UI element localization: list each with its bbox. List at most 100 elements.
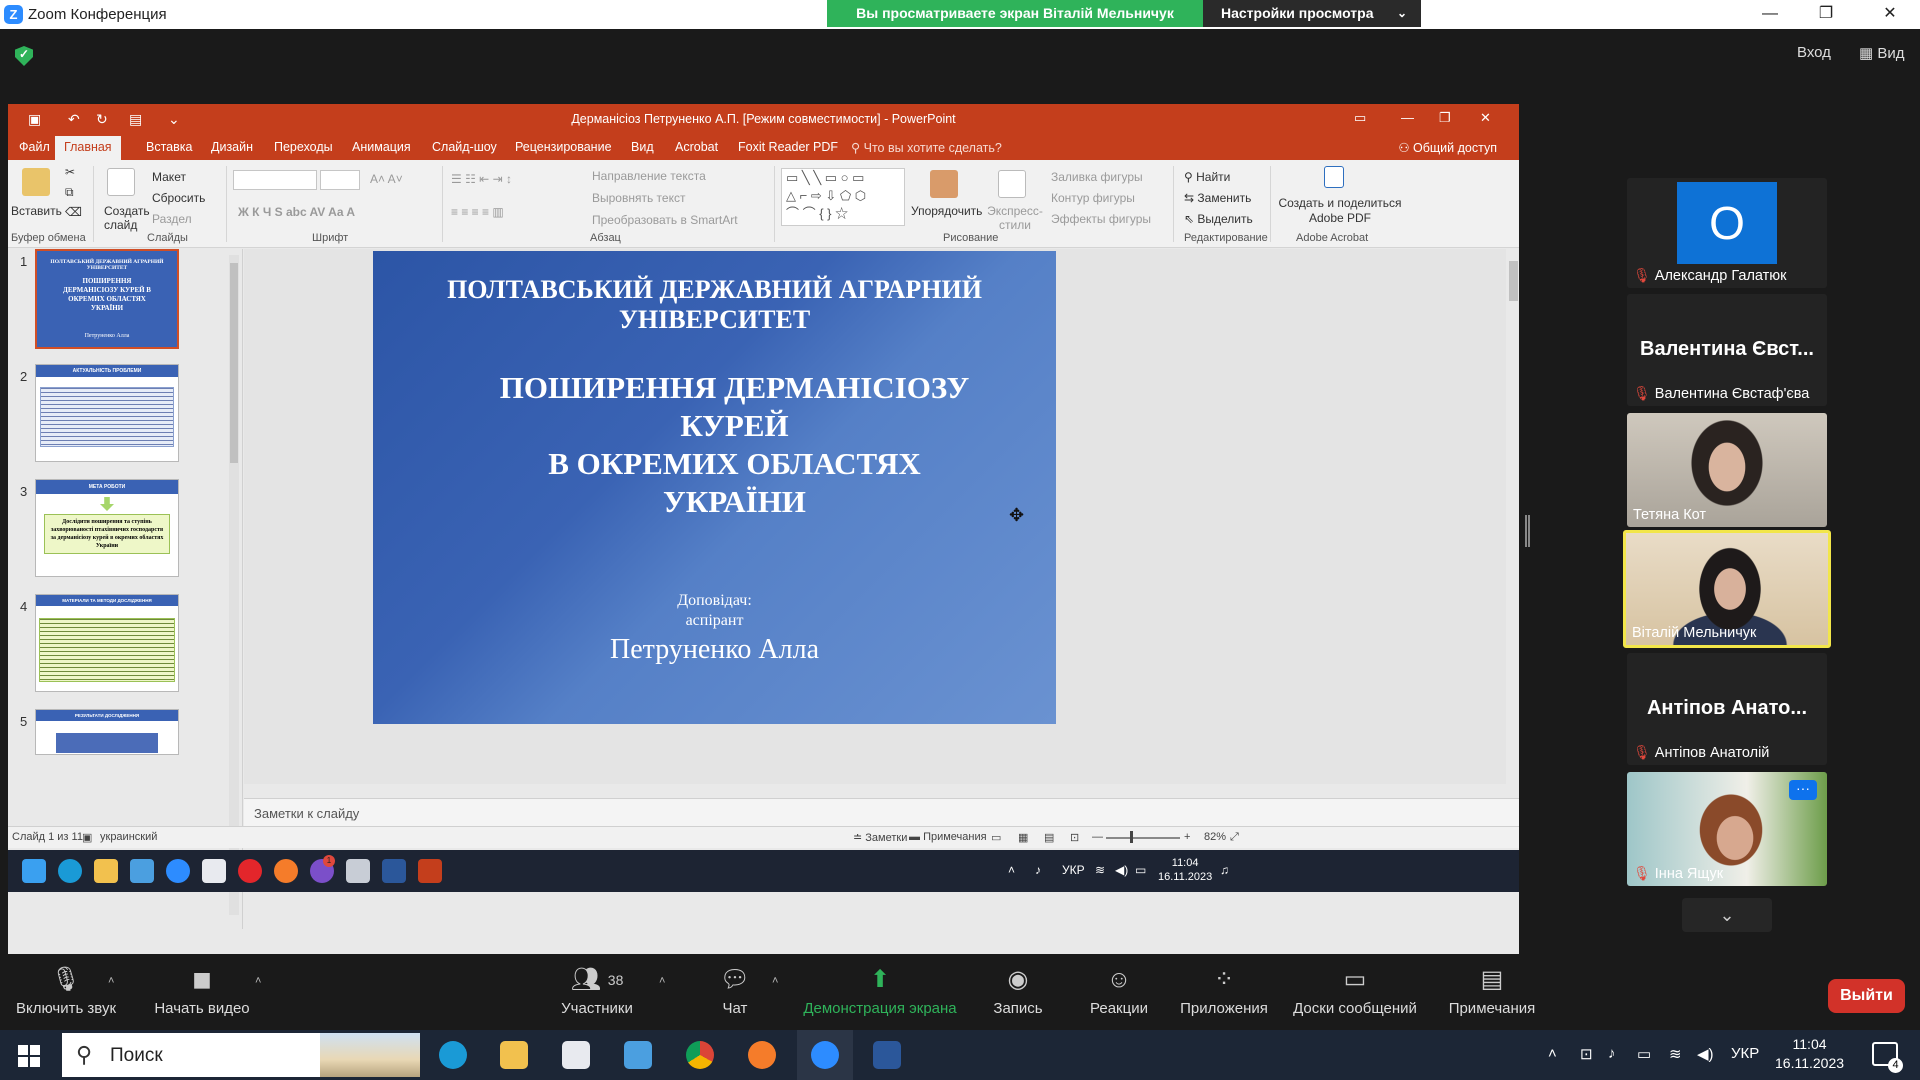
- fit-slide-icon[interactable]: ⤢: [1230, 831, 1239, 844]
- arrange-button[interactable]: Упорядочить: [911, 204, 982, 218]
- remote-word-icon[interactable]: [382, 859, 406, 883]
- participant-tile[interactable]: Антіпов Анато... 🎙︎ Антіпов Анатолій: [1627, 653, 1827, 765]
- new-slide-button[interactable]: Создать слайд: [104, 204, 150, 232]
- sorter-view-icon[interactable]: ▦: [1018, 831, 1028, 844]
- comments-toggle[interactable]: ▬ Примечания: [909, 831, 987, 843]
- remote-powerpoint-icon[interactable]: [418, 859, 442, 883]
- tab-foxit[interactable]: Foxit Reader PDF: [738, 140, 838, 154]
- firefox-icon[interactable]: [748, 1041, 776, 1069]
- whiteboards-button[interactable]: ▭ Доски сообщений: [1290, 965, 1420, 1017]
- participants-button[interactable]: 👥︎ 38 Участники: [555, 965, 639, 1017]
- slide-thumbnail-4[interactable]: МАТЕРІАЛИ ТА МЕТОДИ ДОСЛІДЖЕННЯ: [35, 594, 179, 692]
- current-slide[interactable]: ПОЛТАВСЬКИЙ ДЕРЖАВНИЙ АГРАРНИЙ УНІВЕРСИТ…: [373, 251, 1056, 724]
- remote-start-icon[interactable]: [22, 859, 46, 883]
- slide-thumbnail-5[interactable]: РЕЗУЛЬТАТИ ДОСЛІДЖЕННЯ: [35, 709, 179, 755]
- zoom-out-icon[interactable]: —: [1092, 831, 1103, 843]
- tab-acrobat[interactable]: Acrobat: [675, 140, 718, 154]
- bullets-icon[interactable]: ☰ ☷ ⇤ ⇥ ↕: [451, 172, 512, 186]
- close-icon[interactable]: ✕: [1862, 0, 1918, 29]
- minimize-icon[interactable]: —: [1742, 0, 1798, 29]
- text-direction-button[interactable]: Направление текста: [592, 169, 706, 183]
- increase-font-icon[interactable]: A˄ A˅: [370, 172, 403, 186]
- participant-video-tile[interactable]: ··· 🎙︎ Інна Ящук: [1627, 772, 1827, 886]
- scrollbar-thumb[interactable]: [1509, 261, 1518, 301]
- reactions-button[interactable]: ☺ Реакции: [1082, 965, 1156, 1017]
- paste-button[interactable]: Вставить: [11, 204, 62, 218]
- bold-icon[interactable]: Ж К Ч S abc AV Aa A: [238, 205, 355, 219]
- remote-battery-icon[interactable]: ▭: [1135, 863, 1146, 877]
- participants-chevron-icon[interactable]: ˄: [659, 975, 665, 987]
- notes-toggle[interactable]: ≐ Заметки: [853, 831, 907, 844]
- tab-view[interactable]: Вид: [631, 140, 654, 154]
- remote-zoom-icon[interactable]: [166, 859, 190, 883]
- remote-wifi-icon[interactable]: ≋: [1095, 863, 1105, 877]
- system-clock[interactable]: 11:04 16.11.2023: [1775, 1035, 1844, 1073]
- chat-button[interactable]: 💬︎ Чат: [710, 965, 760, 1017]
- remote-clock[interactable]: 11:04 16.11.2023: [1158, 856, 1212, 884]
- language-status[interactable]: украинский: [100, 831, 157, 843]
- layout-button[interactable]: Макет: [152, 170, 186, 184]
- slide-notes-input[interactable]: Заметки к слайду: [244, 798, 1519, 826]
- zoom-slider[interactable]: [1106, 837, 1180, 839]
- tab-design[interactable]: Дизайн: [211, 140, 253, 154]
- file-explorer-icon[interactable]: [500, 1041, 528, 1069]
- thumbnails-scrollbar[interactable]: [229, 255, 239, 915]
- remote-window-icon[interactable]: [346, 859, 370, 883]
- participant-tile[interactable]: O 🎙︎ Александр Галатюк: [1627, 178, 1827, 288]
- unmute-button[interactable]: 🎙︎ Включить звук: [12, 965, 120, 1017]
- sign-in-button[interactable]: Вход: [1797, 44, 1831, 61]
- find-button[interactable]: ⚲ Найти: [1184, 170, 1230, 184]
- remote-lang[interactable]: УКР: [1062, 863, 1085, 877]
- copy-icon[interactable]: ⧉: [65, 185, 74, 200]
- panel-resize-handle[interactable]: [1525, 515, 1530, 547]
- more-options-button[interactable]: ···: [1789, 780, 1817, 800]
- zoom-icon[interactable]: [811, 1041, 839, 1069]
- scrollbar-thumb[interactable]: [230, 263, 238, 463]
- share-button[interactable]: ⚇ Общий доступ: [1398, 140, 1497, 155]
- reset-button[interactable]: Сбросить: [152, 191, 205, 205]
- view-button[interactable]: ▦ Вид: [1859, 44, 1904, 62]
- remote-store-icon[interactable]: [202, 859, 226, 883]
- tray-mic-icon[interactable]: ♪: [1608, 1045, 1616, 1062]
- quick-styles-button[interactable]: Экспресс-стили: [986, 204, 1044, 232]
- shapes-gallery[interactable]: ▭ ╲ ╲ ▭ ○ ▭ △ ⌐ ⇨ ⇩ ⬠ ⬡ ⌒ ⌒ { } ☆: [781, 168, 905, 226]
- input-language[interactable]: УКР: [1731, 1045, 1759, 1062]
- tab-slideshow[interactable]: Слайд-шоу: [432, 140, 497, 154]
- remote-volume-icon[interactable]: ◀): [1115, 863, 1128, 877]
- word-icon[interactable]: [873, 1041, 901, 1069]
- tell-me-search[interactable]: ⚲ Что вы хотите сделать?: [851, 140, 1002, 155]
- wifi-icon[interactable]: ≋: [1669, 1045, 1682, 1063]
- tab-insert[interactable]: Вставка: [146, 140, 192, 154]
- font-size-input[interactable]: [320, 170, 360, 190]
- remote-mail-icon[interactable]: [130, 859, 154, 883]
- ppt-minimize-icon[interactable]: —: [1401, 110, 1414, 125]
- slideshow-view-icon[interactable]: ⊡: [1070, 831, 1079, 844]
- remote-mic-icon[interactable]: ♪: [1035, 863, 1041, 877]
- restore-icon[interactable]: ❐: [1798, 0, 1854, 29]
- chrome-icon[interactable]: [686, 1041, 714, 1069]
- tab-file[interactable]: Файл: [19, 140, 50, 154]
- reading-view-icon[interactable]: ▤: [1044, 831, 1054, 844]
- leave-meeting-button[interactable]: Выйти: [1828, 979, 1905, 1013]
- font-name-input[interactable]: [233, 170, 317, 190]
- notes-button[interactable]: ▤ Примечания: [1445, 965, 1539, 1017]
- slide-thumbnail-2[interactable]: АКТУАЛЬНІСТЬ ПРОБЛЕМИ: [35, 364, 179, 462]
- record-button[interactable]: ◉ Запись: [988, 965, 1048, 1017]
- tab-transitions[interactable]: Переходы: [274, 140, 333, 154]
- section-button[interactable]: Раздел: [152, 212, 192, 226]
- ribbon-display-icon[interactable]: ▭: [1354, 110, 1366, 126]
- tray-app-icon[interactable]: ⊡: [1580, 1045, 1593, 1063]
- start-icon[interactable]: [18, 1045, 40, 1067]
- select-button[interactable]: ⇖ Выделить: [1184, 212, 1253, 226]
- tab-home[interactable]: Главная: [55, 136, 121, 160]
- remote-explorer-icon[interactable]: [94, 859, 118, 883]
- start-video-button[interactable]: ◼ Начать видео: [150, 965, 254, 1017]
- participant-video-tile-active[interactable]: Віталій Мельничук: [1623, 530, 1831, 648]
- slide-thumbnail-3[interactable]: МЕТА РОБОТИ Дослідити поширення та ступі…: [35, 479, 179, 577]
- shape-outline-button[interactable]: Контур фигуры: [1051, 191, 1135, 205]
- align-icons[interactable]: ≡ ≡ ≡ ≡ ▥: [451, 205, 504, 219]
- taskbar-search[interactable]: ⚲ Поиск: [62, 1033, 420, 1077]
- share-screen-button[interactable]: ⬆ Демонстрация экрана: [800, 965, 960, 1017]
- chat-chevron-icon[interactable]: ˄: [772, 975, 778, 987]
- security-shield-icon[interactable]: [15, 46, 33, 66]
